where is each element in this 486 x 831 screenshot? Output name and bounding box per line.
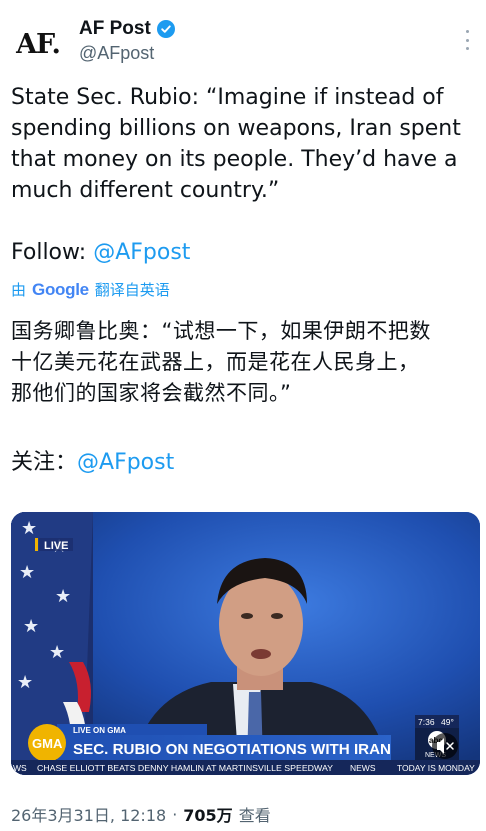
live-badge-text: LIVE — [44, 540, 68, 552]
svg-text:★: ★ — [19, 562, 35, 583]
views-label: 查看 — [238, 806, 271, 825]
translated-line: 国务卿鲁比奥：“试想一下，如果伊朗不把数 — [11, 319, 431, 343]
video-player[interactable]: ★ ★ ★ ★ ★ ★ ★ LIVE — [11, 512, 480, 775]
author-name-text: AF Post — [79, 18, 151, 39]
mute-button[interactable] — [432, 733, 458, 759]
ticker-left: WS — [13, 763, 27, 773]
clock-text: 7:36 — [418, 717, 435, 727]
author-handle[interactable]: @AFpost — [79, 43, 154, 64]
tweet-text: State Sec. Rubio: “Imagine if instead of… — [11, 82, 479, 206]
view-count: 705万 — [183, 806, 233, 825]
follow-label-translated: 关注： — [11, 450, 78, 475]
translated-by-suffix: 翻译自英语 — [94, 281, 170, 299]
google-logo: Google — [32, 280, 89, 300]
svg-text:★: ★ — [21, 518, 37, 539]
translated-text: 国务卿鲁比奥：“试想一下，如果伊朗不把数 十亿美元花在武器上，而是花在人民身上，… — [11, 316, 481, 409]
svg-text:★: ★ — [17, 672, 33, 693]
avatar-logo-text: AF. — [16, 28, 61, 60]
live-on-gma-text: LIVE ON GMA — [73, 726, 126, 735]
follow-mention-link[interactable]: @AFpost — [93, 240, 190, 265]
avatar[interactable]: AF. — [10, 18, 66, 70]
svg-text:★: ★ — [49, 642, 65, 663]
translated-by-prefix: 由 — [11, 281, 27, 299]
follow-mention-link-translated[interactable]: @AFpost — [77, 450, 174, 475]
timestamp[interactable]: 26年3月31日, 12:18 — [11, 802, 166, 826]
ticker-right: TODAY IS MONDAY — [397, 763, 475, 773]
svg-text:★: ★ — [55, 586, 71, 607]
meta-separator: · — [172, 804, 178, 824]
more-options-icon[interactable] — [462, 30, 472, 50]
svg-text:★: ★ — [23, 616, 39, 637]
tweet-line: spending billions on weapons, Iran spent — [11, 116, 461, 141]
tweet-line: State Sec. Rubio: “Imagine if instead of — [11, 85, 444, 110]
tweet-line: much different country.” — [11, 178, 280, 203]
translated-line: 十亿美元花在武器上，而是花在人民身上， — [11, 350, 420, 374]
follow-line-translated: 关注：@AFpost — [11, 447, 174, 478]
translated-by-google[interactable]: 由 Google 翻译自英语 — [11, 279, 170, 300]
gma-logo-text: GMA — [32, 736, 63, 751]
ticker-news: NEWS — [350, 763, 376, 773]
author-name[interactable]: AF Post — [79, 18, 175, 40]
video-frame: ★ ★ ★ ★ ★ ★ ★ LIVE — [11, 512, 480, 775]
ticker-main: CHASE ELLIOTT BEATS DENNY HAMLIN AT MART… — [37, 763, 333, 773]
follow-line: Follow: @AFpost — [11, 237, 190, 268]
live-badge: LIVE — [35, 538, 73, 552]
verified-badge-icon — [156, 20, 175, 38]
tweet-line: that money on its people. They’d have a — [11, 147, 458, 172]
tweet-meta: 26年3月31日, 12:18 · 705万 查看 — [11, 802, 271, 826]
follow-label: Follow: — [11, 240, 94, 265]
google-logo-text: Google — [32, 279, 89, 299]
temperature-text: 49° — [441, 717, 454, 727]
translated-line: 那他们的国家将会截然不同。” — [11, 381, 292, 405]
headline-text: SEC. RUBIO ON NEGOTIATIONS WITH IRAN — [73, 741, 391, 758]
